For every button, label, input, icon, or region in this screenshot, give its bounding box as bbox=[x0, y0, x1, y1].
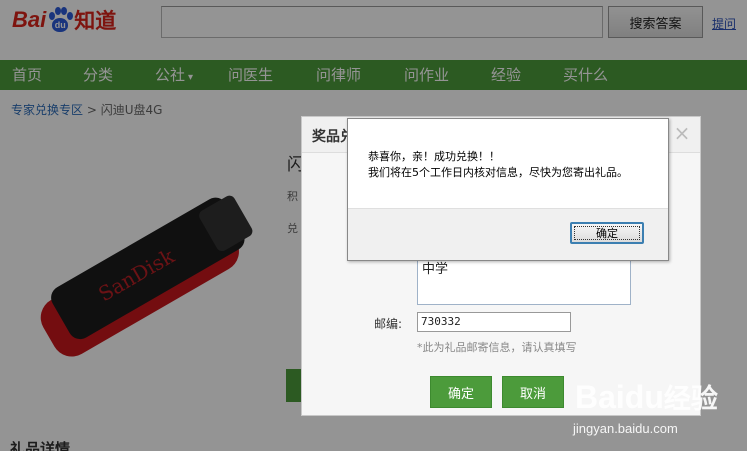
baidu-jingyan-watermark: Baidu经验 jingyan.baidu.com bbox=[565, 372, 747, 451]
alert-message-line1: 恭喜你，亲！成功兑换！！ bbox=[368, 150, 500, 163]
zip-note: *此为礼品邮寄信息，请认真填写 bbox=[417, 341, 577, 354]
watermark-jingyan: 经验 bbox=[663, 384, 718, 415]
watermark-bai: Bai bbox=[575, 379, 625, 415]
confirm-button[interactable]: 确定 bbox=[430, 376, 492, 408]
cancel-button[interactable]: 取消 bbox=[502, 376, 564, 408]
zip-label: 邮编: bbox=[374, 317, 403, 331]
alert-body: 恭喜你，亲！成功兑换！！ 我们将在5个工作日内核对信息，尽快为您寄出礼品。 bbox=[348, 119, 668, 208]
success-alert: 恭喜你，亲！成功兑换！！ 我们将在5个工作日内核对信息，尽快为您寄出礼品。 确定 bbox=[347, 118, 669, 261]
zip-input[interactable]: 730332 bbox=[417, 312, 571, 332]
alert-footer: 确定 bbox=[348, 208, 668, 260]
close-icon[interactable]: × bbox=[672, 123, 692, 143]
alert-message-line2: 我们将在5个工作日内核对信息，尽快为您寄出礼品。 bbox=[368, 166, 628, 179]
alert-ok-button[interactable]: 确定 bbox=[570, 222, 644, 244]
watermark-url: jingyan.baidu.com bbox=[573, 421, 678, 436]
watermark-logo: Baidu经验 bbox=[575, 377, 718, 416]
watermark-du: du bbox=[624, 379, 664, 415]
